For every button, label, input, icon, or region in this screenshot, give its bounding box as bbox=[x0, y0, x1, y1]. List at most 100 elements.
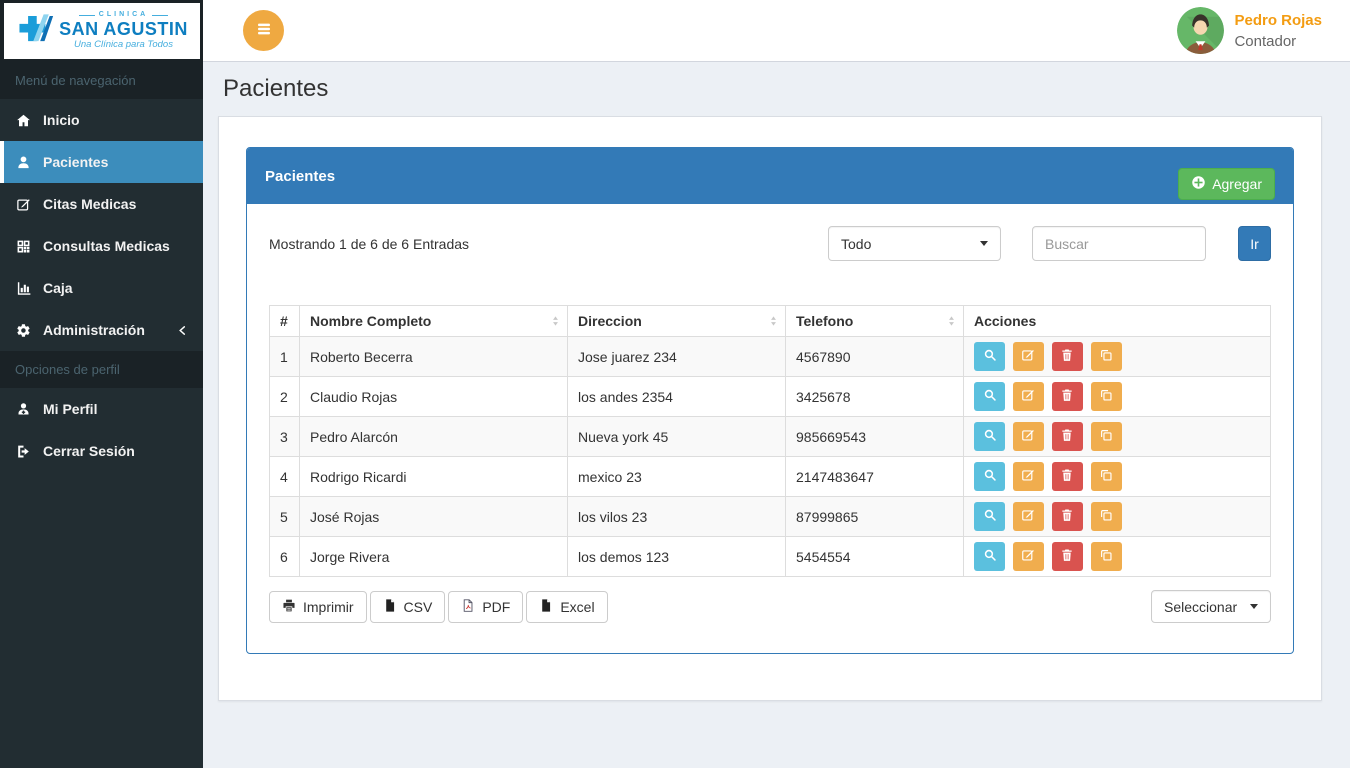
view-button[interactable] bbox=[974, 342, 1005, 371]
col-header-label: Telefono bbox=[796, 313, 853, 329]
page-title: Pacientes bbox=[223, 75, 1322, 103]
table-header-row: # Nombre Completo Dire bbox=[270, 306, 1271, 337]
sidebar-toggle-button[interactable] bbox=[243, 10, 284, 51]
add-patient-button[interactable]: Agregar bbox=[1178, 168, 1275, 200]
delete-button[interactable] bbox=[1052, 422, 1083, 451]
cell-acciones bbox=[964, 377, 1271, 417]
file-icon bbox=[383, 598, 397, 616]
cell-direccion: mexico 23 bbox=[568, 457, 786, 497]
sidebar-item-label: Administración bbox=[43, 322, 145, 338]
col-header-direccion[interactable]: Direccion bbox=[568, 306, 786, 337]
copy-button[interactable] bbox=[1091, 462, 1122, 491]
print-button[interactable]: Imprimir bbox=[269, 591, 367, 623]
table-footer: Imprimir CSV bbox=[269, 590, 1271, 623]
copy-button[interactable] bbox=[1091, 342, 1122, 371]
view-button[interactable] bbox=[974, 502, 1005, 531]
search-input[interactable] bbox=[1032, 226, 1206, 261]
edit-button[interactable] bbox=[1013, 422, 1044, 451]
view-button[interactable] bbox=[974, 462, 1005, 491]
edit-button[interactable] bbox=[1013, 502, 1044, 531]
cell-num: 5 bbox=[270, 497, 300, 537]
search-icon bbox=[983, 428, 997, 445]
edit-button[interactable] bbox=[1013, 462, 1044, 491]
excel-button[interactable]: Excel bbox=[526, 591, 607, 623]
table-row: 4 Rodrigo Ricardi mexico 23 2147483647 bbox=[270, 457, 1271, 497]
cell-num: 1 bbox=[270, 337, 300, 377]
edit-icon bbox=[1021, 388, 1035, 405]
pdf-button[interactable]: PDF bbox=[448, 591, 523, 623]
csv-button[interactable]: CSV bbox=[370, 591, 446, 623]
home-icon bbox=[15, 112, 32, 128]
delete-button[interactable] bbox=[1052, 502, 1083, 531]
sort-icon bbox=[549, 314, 562, 328]
sidebar-item-label: Mi Perfil bbox=[43, 401, 97, 417]
view-button[interactable] bbox=[974, 542, 1005, 571]
delete-button[interactable] bbox=[1052, 462, 1083, 491]
user-role: Contador bbox=[1234, 33, 1322, 50]
filter-select[interactable]: Todo bbox=[828, 226, 1001, 261]
col-header-nombre[interactable]: Nombre Completo bbox=[300, 306, 568, 337]
table-row: 5 José Rojas los vilos 23 87999865 bbox=[270, 497, 1271, 537]
edit-button[interactable] bbox=[1013, 382, 1044, 411]
sidebar-item-pacientes[interactable]: Pacientes bbox=[0, 141, 203, 183]
cell-direccion: los vilos 23 bbox=[568, 497, 786, 537]
topbar: Pedro Rojas Contador bbox=[203, 0, 1350, 62]
cell-acciones bbox=[964, 457, 1271, 497]
table-row: 1 Roberto Becerra Jose juarez 234 456789… bbox=[270, 337, 1271, 377]
qrcode-icon bbox=[15, 238, 32, 254]
sidebar-item-inicio[interactable]: Inicio bbox=[0, 99, 203, 141]
copy-icon bbox=[1099, 388, 1113, 405]
sidebar-item-consultas-medicas[interactable]: Consultas Medicas bbox=[0, 225, 203, 267]
sidebar-item-label: Caja bbox=[43, 280, 73, 296]
clinic-name: SAN AGUSTIN bbox=[59, 19, 188, 40]
file-icon bbox=[539, 598, 553, 616]
cell-direccion: los andes 2354 bbox=[568, 377, 786, 417]
clinic-logo[interactable]: CLINICA SAN AGUSTIN Una Clínica para Tod… bbox=[0, 0, 203, 62]
copy-button[interactable] bbox=[1091, 382, 1122, 411]
delete-button[interactable] bbox=[1052, 542, 1083, 571]
trash-icon bbox=[1060, 548, 1074, 565]
sidebar-profile-header: Opciones de perfil bbox=[0, 351, 203, 388]
copy-icon bbox=[1099, 428, 1113, 445]
panel-title: Pacientes bbox=[265, 168, 335, 185]
cell-nombre: Roberto Becerra bbox=[300, 337, 568, 377]
go-button[interactable]: Ir bbox=[1238, 226, 1271, 261]
cell-telefono: 5454554 bbox=[786, 537, 964, 577]
edit-button[interactable] bbox=[1013, 342, 1044, 371]
sidebar-item-mi-perfil[interactable]: Mi Perfil bbox=[0, 388, 203, 430]
footer-select-value: Seleccionar bbox=[1164, 599, 1237, 615]
user-texts: Pedro Rojas Contador bbox=[1234, 12, 1322, 50]
copy-button[interactable] bbox=[1091, 502, 1122, 531]
gear-icon bbox=[15, 322, 32, 338]
chevron-left-icon bbox=[177, 325, 188, 336]
cell-nombre: Pedro Alarcón bbox=[300, 417, 568, 457]
patients-table-body: 1 Roberto Becerra Jose juarez 234 456789… bbox=[270, 337, 1271, 577]
view-button[interactable] bbox=[974, 382, 1005, 411]
sidebar-item-caja[interactable]: Caja bbox=[0, 267, 203, 309]
patients-table-wrap: # Nombre Completo Dire bbox=[269, 305, 1271, 577]
copy-button[interactable] bbox=[1091, 542, 1122, 571]
clinic-tagline: Una Clínica para Todos bbox=[74, 40, 173, 51]
edit-icon bbox=[1021, 548, 1035, 565]
delete-button[interactable] bbox=[1052, 382, 1083, 411]
cell-num: 6 bbox=[270, 537, 300, 577]
delete-button[interactable] bbox=[1052, 342, 1083, 371]
cell-telefono: 4567890 bbox=[786, 337, 964, 377]
user-block[interactable]: Pedro Rojas Contador bbox=[1177, 7, 1322, 54]
cell-telefono: 3425678 bbox=[786, 377, 964, 417]
copy-button[interactable] bbox=[1091, 422, 1122, 451]
content-area: Pacientes Pacientes Agregar bbox=[203, 62, 1350, 768]
cell-telefono: 87999865 bbox=[786, 497, 964, 537]
sidebar-item-citas-medicas[interactable]: Citas Medicas bbox=[0, 183, 203, 225]
cell-telefono: 985669543 bbox=[786, 417, 964, 457]
sidebar-item-administracion[interactable]: Administración bbox=[0, 309, 203, 351]
col-header-telefono[interactable]: Telefono bbox=[786, 306, 964, 337]
col-header-acciones: Acciones bbox=[964, 306, 1271, 337]
footer-select[interactable]: Seleccionar bbox=[1151, 590, 1271, 623]
copy-icon bbox=[1099, 548, 1113, 565]
sidebar-item-label: Consultas Medicas bbox=[43, 238, 170, 254]
caret-down-icon bbox=[980, 241, 988, 246]
edit-button[interactable] bbox=[1013, 542, 1044, 571]
sidebar-item-cerrar-sesion[interactable]: Cerrar Sesión bbox=[0, 430, 203, 472]
view-button[interactable] bbox=[974, 422, 1005, 451]
